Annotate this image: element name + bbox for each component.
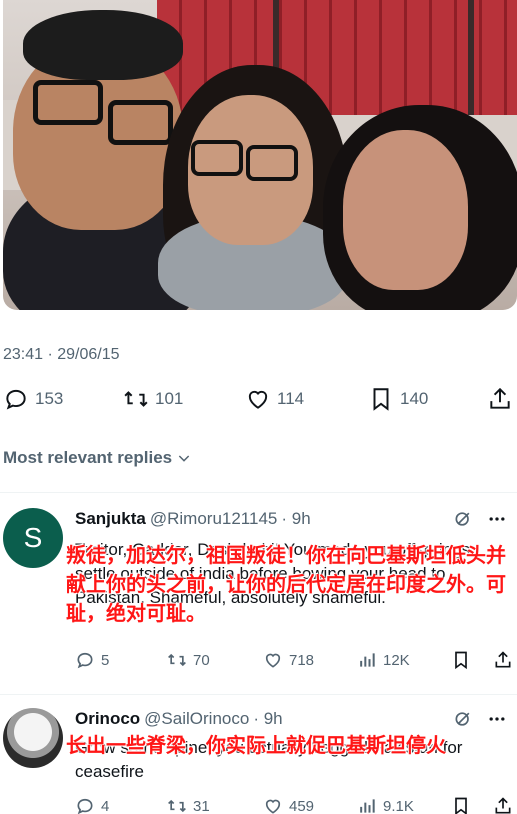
reply-reply-button[interactable]: 5 xyxy=(75,650,109,670)
reply-header: Orinoco @SailOrinoco · 9h xyxy=(75,709,283,729)
reply-action-bar: 5 70 718 12K xyxy=(75,650,513,674)
like-count: 459 xyxy=(289,797,315,814)
avatar[interactable]: S xyxy=(3,508,63,568)
like-count: 114 xyxy=(277,389,305,408)
translation-overlay: 长出一些脊梁，你实际上就促巴基斯坦停火 xyxy=(66,735,446,757)
reply-count: 153 xyxy=(35,389,64,408)
chevron-down-icon xyxy=(178,455,190,462)
bookmark-icon xyxy=(373,388,389,411)
reply-views-button[interactable]: 9.1K xyxy=(357,796,414,814)
grok-icon[interactable] xyxy=(453,509,473,529)
share-button[interactable] xyxy=(487,386,513,412)
woman-face xyxy=(343,130,468,290)
man-glasses-left xyxy=(33,80,103,125)
reply-item[interactable]: S Sanjukta @Rimoru121145 · 9h Traitor, G… xyxy=(0,500,517,690)
reply-like-button[interactable]: 718 xyxy=(263,650,314,670)
reply-share-button[interactable] xyxy=(493,650,513,670)
repost-count: 101 xyxy=(155,389,184,408)
more-icon[interactable] xyxy=(487,509,507,529)
like-icon xyxy=(265,653,281,668)
avatar-letter: S xyxy=(23,522,43,553)
photo-wall-post xyxy=(468,0,474,115)
reply-share-button[interactable] xyxy=(493,796,513,814)
reply-repost-button[interactable]: 70 xyxy=(167,650,210,670)
reply-like-button[interactable]: 459 xyxy=(263,796,314,814)
reply-count: 4 xyxy=(101,797,110,814)
share-icon xyxy=(495,797,511,814)
repost-icon xyxy=(124,391,148,407)
reply-icon xyxy=(6,389,26,410)
repost-count: 31 xyxy=(193,797,210,814)
views-icon xyxy=(360,653,375,667)
like-stat[interactable]: 114 xyxy=(245,386,304,412)
reply-bookmark-button[interactable] xyxy=(451,650,471,670)
views-icon xyxy=(360,799,375,813)
views-count: 12K xyxy=(383,651,410,669)
reply-header-actions xyxy=(453,709,507,729)
repost-count: 70 xyxy=(193,651,210,669)
girl-glasses-right xyxy=(246,145,298,181)
reply-stat[interactable]: 153 xyxy=(3,386,63,412)
reply-header-actions xyxy=(453,509,507,529)
repost-icon xyxy=(168,799,186,813)
reply-reply-button[interactable]: 4 xyxy=(75,796,109,814)
replies-sort-label: Most relevant replies xyxy=(3,448,173,467)
reply-time[interactable]: · 9h xyxy=(253,709,282,729)
repost-stat[interactable]: 101 xyxy=(123,386,183,412)
tweet-photo[interactable] xyxy=(3,0,517,310)
views-count: 9.1K xyxy=(383,797,414,814)
bookmark-icon xyxy=(455,651,467,670)
reply-header: Sanjukta @Rimoru121145 · 9h xyxy=(75,509,311,529)
avatar[interactable] xyxy=(3,708,63,768)
man-hair xyxy=(23,10,183,80)
reply-action-bar: 4 31 459 9.1K xyxy=(75,796,513,814)
reply-author-name[interactable]: Sanjukta xyxy=(75,509,146,529)
reply-views-button[interactable]: 12K xyxy=(357,650,410,670)
like-icon xyxy=(265,799,281,814)
translation-overlay: 叛徒，加达尔，祖国叛徒！你在向巴基斯坦低头并献上你的头之前，让你的后代定居在印度… xyxy=(66,545,506,625)
girl-glasses-left xyxy=(191,140,243,176)
reply-icon xyxy=(77,652,93,669)
reply-author-handle[interactable]: @SailOrinoco xyxy=(144,709,249,729)
tweet-stats-bar: 153 101 114 140 xyxy=(0,386,517,420)
bookmark-icon xyxy=(455,797,467,814)
grok-icon[interactable] xyxy=(453,709,473,729)
share-icon xyxy=(490,387,510,409)
reply-count: 5 xyxy=(101,651,110,669)
reply-item[interactable]: Orinoco @SailOrinoco · 9h Grow some spin… xyxy=(0,700,517,814)
man-glasses-right xyxy=(108,100,173,145)
reply-time[interactable]: · 9h xyxy=(281,509,310,529)
like-icon xyxy=(248,390,268,409)
tweet-timestamp[interactable]: 23:41 · 29/06/15 xyxy=(3,346,120,364)
share-icon xyxy=(495,651,511,668)
like-count: 718 xyxy=(289,651,315,669)
more-icon[interactable] xyxy=(487,709,507,729)
reply-repost-button[interactable]: 31 xyxy=(167,796,210,814)
replies-sort-dropdown[interactable]: Most relevant replies xyxy=(3,448,192,468)
reply-author-name[interactable]: Orinoco xyxy=(75,709,140,729)
reply-author-handle[interactable]: @Rimoru121145 xyxy=(150,509,278,529)
bookmark-stat[interactable]: 140 xyxy=(368,386,428,412)
repost-icon xyxy=(168,653,186,667)
reply-icon xyxy=(77,798,93,814)
divider xyxy=(0,694,517,695)
divider xyxy=(0,492,517,493)
reply-bookmark-button[interactable] xyxy=(451,796,471,814)
bookmark-count: 140 xyxy=(400,389,429,408)
